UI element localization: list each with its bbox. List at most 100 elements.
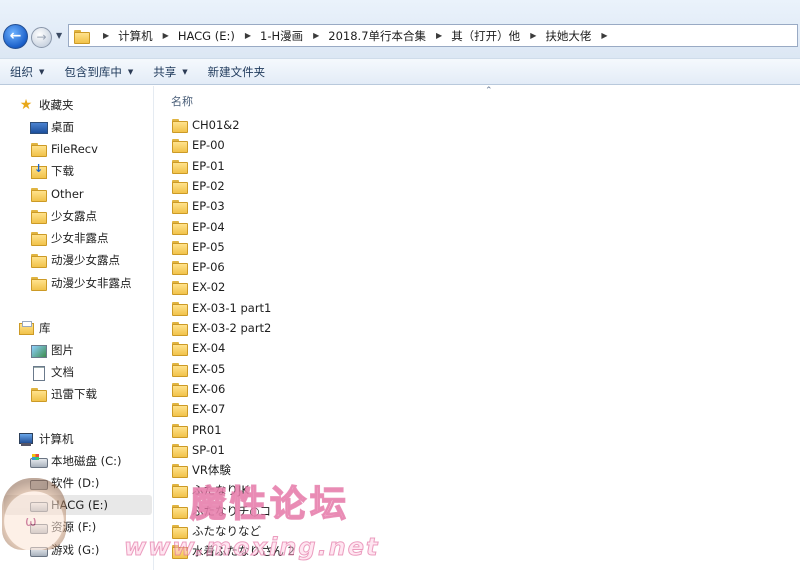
- include-in-library-button[interactable]: 包含到库中 ▼: [64, 64, 133, 80]
- watermark-url: www.moxing.net: [124, 533, 380, 562]
- folder-icon: [171, 118, 188, 133]
- sidebar-item-pictures[interactable]: 图片: [30, 340, 74, 360]
- chevron-down-icon: ▼: [127, 67, 134, 76]
- sidebar-header-computer[interactable]: 计算机: [18, 429, 74, 449]
- organize-button[interactable]: 组织 ▼: [10, 64, 44, 80]
- sidebar-item-folder[interactable]: 动漫少女露点: [30, 250, 120, 270]
- folder-icon: [171, 483, 188, 498]
- file-list-item[interactable]: EP-01: [171, 156, 225, 176]
- file-list-item[interactable]: EX-03-2 part2: [171, 318, 271, 338]
- sidebar-item-folder[interactable]: 动漫少女非露点: [30, 273, 132, 293]
- sidebar-item-label: 本地磁盘 (C:): [51, 454, 122, 468]
- sidebar-item-label: 迅雷下载: [51, 387, 97, 401]
- file-name: EX-04: [192, 341, 226, 355]
- folder-icon: [171, 220, 188, 235]
- command-bar: 组织 ▼ 包含到库中 ▼ 共享 ▼ 新建文件夹: [0, 58, 800, 85]
- sidebar-item-label: 桌面: [51, 120, 74, 134]
- file-name: EX-03-1 part1: [192, 301, 272, 315]
- sidebar-item-desktop[interactable]: 桌面: [30, 117, 74, 137]
- file-name: EP-05: [192, 240, 225, 254]
- pictures-icon: [30, 343, 47, 358]
- forward-arrow-icon[interactable]: →: [31, 27, 52, 48]
- folder-icon: [171, 362, 188, 377]
- breadcrumb-separator-icon[interactable]: ▶: [530, 31, 536, 40]
- share-button[interactable]: 共享 ▼: [153, 64, 187, 80]
- file-list-item[interactable]: EP-02: [171, 176, 225, 196]
- file-name: EP-03: [192, 199, 225, 213]
- file-list-item[interactable]: CH01&2: [171, 115, 240, 135]
- downloads-icon: [30, 162, 47, 179]
- back-arrow-icon[interactable]: ←: [3, 24, 28, 49]
- breadcrumb-separator-icon[interactable]: ▶: [245, 31, 251, 40]
- folder-icon: [171, 301, 188, 316]
- breadcrumb-separator-icon[interactable]: ▶: [103, 31, 109, 40]
- address-bar[interactable]: ▶ 计算机 ▶ HACG (E:) ▶ 1-H漫画 ▶ 2018.7单行本合集 …: [68, 24, 798, 47]
- breadcrumb-item-folder[interactable]: 2018.7单行本合集: [328, 28, 426, 44]
- sidebar-item-other[interactable]: Other: [30, 184, 84, 204]
- desktop-icon: [30, 120, 48, 134]
- file-list-item[interactable]: EP-00: [171, 135, 225, 155]
- folder-icon: [30, 142, 47, 157]
- library-icon: [18, 321, 34, 335]
- sidebar-item-thunder-downloads[interactable]: 迅雷下载: [30, 384, 97, 404]
- breadcrumb-separator-icon[interactable]: ▶: [163, 31, 169, 40]
- file-list-item[interactable]: EP-03: [171, 196, 225, 216]
- breadcrumb-item-computer[interactable]: 计算机: [118, 28, 153, 44]
- sidebar-item-documents[interactable]: 文档: [30, 362, 74, 382]
- file-list-item[interactable]: EP-04: [171, 217, 225, 237]
- sidebar-item-filerecv[interactable]: FileRecv: [30, 139, 98, 159]
- sidebar-item-label: Other: [51, 187, 84, 201]
- folder-icon: [171, 382, 188, 397]
- folder-icon: [171, 159, 188, 174]
- sidebar-item-label: 动漫少女非露点: [51, 276, 132, 290]
- breadcrumb-item-folder[interactable]: 1-H漫画: [260, 28, 303, 44]
- column-header-name[interactable]: 名称: [171, 93, 193, 109]
- folder-icon: [171, 280, 188, 295]
- file-list-item[interactable]: EX-05: [171, 359, 225, 379]
- breadcrumb-separator-icon[interactable]: ▶: [436, 31, 442, 40]
- file-list-item[interactable]: EX-03-1 part1: [171, 298, 271, 318]
- folder-icon: [30, 387, 47, 402]
- sidebar-item-folder[interactable]: 少女非露点: [30, 228, 109, 248]
- folder-icon: [171, 504, 188, 519]
- file-list-item[interactable]: EX-04: [171, 338, 225, 358]
- file-list-item[interactable]: EX-07: [171, 399, 225, 419]
- sidebar-item-drive-c[interactable]: 本地磁盘 (C:): [30, 451, 122, 471]
- breadcrumb-item-folder[interactable]: 其（打开）他: [451, 28, 520, 44]
- breadcrumb: ▶ 计算机 ▶ HACG (E:) ▶ 1-H漫画 ▶ 2018.7单行本合集 …: [93, 28, 617, 44]
- breadcrumb-item-drive[interactable]: HACG (E:): [178, 29, 235, 43]
- file-list-item[interactable]: SP-01: [171, 440, 225, 460]
- file-name: SP-01: [192, 443, 225, 457]
- file-list-item[interactable]: EP-06: [171, 257, 225, 277]
- breadcrumb-separator-icon[interactable]: ▶: [313, 31, 319, 40]
- system-drive-icon: [30, 454, 48, 468]
- sidebar-item-downloads[interactable]: 下载: [30, 161, 74, 181]
- file-list-item[interactable]: EX-06: [171, 379, 225, 399]
- folder-icon: [171, 199, 188, 214]
- folder-icon: [30, 209, 47, 224]
- folder-icon: [73, 29, 90, 44]
- sidebar-item-label: 少女非露点: [51, 231, 109, 245]
- file-name: EP-00: [192, 138, 225, 152]
- address-row: ← → ▼ ▶ 计算机 ▶ HACG (E:) ▶ 1-H漫画 ▶ 2018.7…: [0, 0, 800, 58]
- file-name: PR01: [192, 423, 222, 437]
- watermark-title: 魔性论坛: [189, 483, 351, 526]
- breadcrumb-item-current[interactable]: 扶她大佬: [545, 28, 591, 44]
- sidebar-header-libraries[interactable]: 库: [18, 318, 51, 338]
- sidebar-item-folder[interactable]: 少女露点: [30, 206, 97, 226]
- file-list-item[interactable]: PR01: [171, 420, 222, 440]
- file-list-item[interactable]: EP-05: [171, 237, 225, 257]
- recent-pages-chevron-icon[interactable]: ▼: [56, 31, 66, 41]
- organize-label: 组织: [10, 64, 33, 79]
- file-name: EP-01: [192, 159, 225, 173]
- new-folder-label: 新建文件夹: [207, 64, 266, 79]
- share-label: 共享: [153, 64, 177, 79]
- folder-icon: [171, 402, 188, 417]
- file-list-item[interactable]: EX-02: [171, 277, 225, 297]
- new-folder-button[interactable]: 新建文件夹: [208, 64, 266, 80]
- folder-icon: [171, 179, 188, 194]
- breadcrumb-separator-icon[interactable]: ▶: [601, 31, 607, 40]
- file-name: EX-06: [192, 382, 226, 396]
- sidebar-header-favorites[interactable]: ★ 收藏夹: [18, 95, 74, 115]
- file-name: EP-06: [192, 260, 225, 274]
